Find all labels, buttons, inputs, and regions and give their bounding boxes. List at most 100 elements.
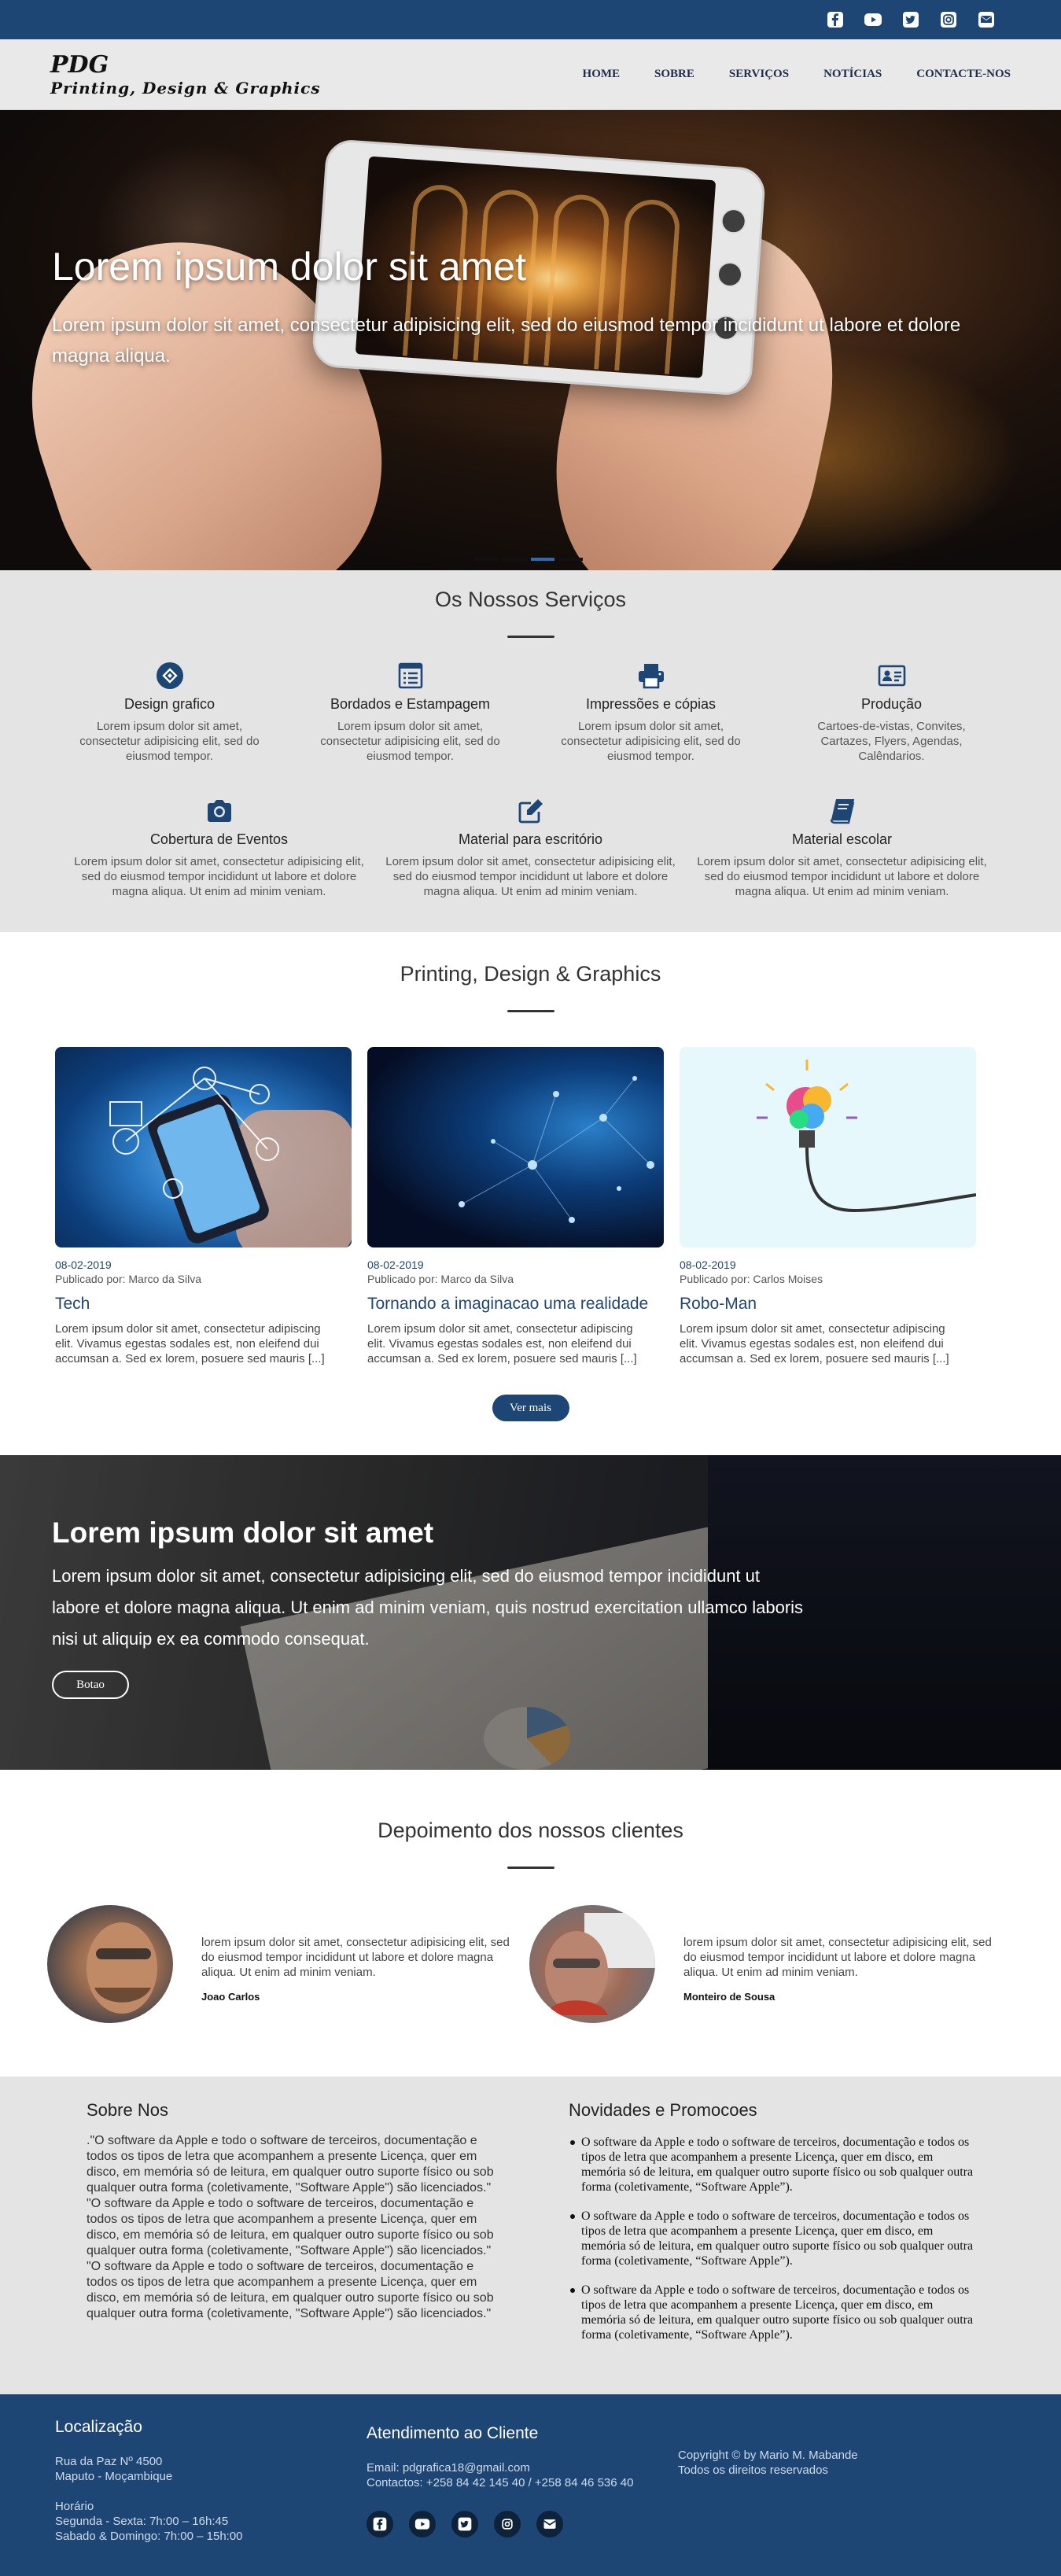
blog-card[interactable]: 08-02-2019 Publicado por: Carlos Moises … xyxy=(680,1047,976,1366)
twitter-icon[interactable] xyxy=(451,2511,478,2537)
testimonials-row: lorem ipsum dolor sit amet, consectetur … xyxy=(0,1905,1061,2023)
footer-location-title: Localização xyxy=(55,2418,142,2436)
service-item: Cobertura de Eventos Lorem ipsum dolor s… xyxy=(64,795,375,899)
title-divider xyxy=(507,636,554,638)
service-text: Lorem ipsum dolor sit amet, consectetur … xyxy=(385,855,676,898)
about-text: ."O software da Apple e todo o software … xyxy=(87,2133,496,2322)
nav-item-noticias[interactable]: NOTÍCIAS xyxy=(823,68,882,81)
email-icon[interactable] xyxy=(536,2511,563,2537)
footer-copyright: Copyright © by Mario M. Mabande Todos os… xyxy=(678,2418,989,2576)
card-text: Lorem ipsum dolor sit amet, consectetur … xyxy=(680,1322,949,1365)
card-author: Publicado por: Marco da Silva xyxy=(367,1273,514,1285)
main-navbar: PDG Printing, Design & Graphics HOME SOB… xyxy=(0,39,1061,110)
about-paragraph: "O software da Apple e todo o software d… xyxy=(87,2260,494,2320)
footer-social-icons xyxy=(367,2511,678,2537)
card-title[interactable]: Robo-Man xyxy=(680,1295,976,1314)
hero-title: Lorem ipsum dolor sit amet xyxy=(52,245,527,289)
list-icon xyxy=(290,660,531,691)
brand-title: PDG xyxy=(50,50,109,79)
news-column: Novidades e Promocoes O software da Appl… xyxy=(569,2100,1051,2394)
printer-icon xyxy=(531,660,772,691)
brand-subtitle: Printing, Design & Graphics xyxy=(50,78,321,98)
instagram-icon[interactable] xyxy=(494,2511,521,2537)
hero-description: Lorem ipsum dolor sit amet, consectetur … xyxy=(52,315,961,367)
news-item: O software da Apple e todo o software de… xyxy=(569,2135,978,2195)
testimonial-name: Monteiro de Sousa xyxy=(683,1991,775,2003)
nav-item-contacte-nos[interactable]: CONTACTE-NOS xyxy=(916,68,1011,81)
carousel-indicator[interactable] xyxy=(559,558,583,561)
service-item: Bordados e Estampagem Lorem ipsum dolor … xyxy=(290,660,531,764)
services-row: Design grafico Lorem ipsum dolor sit ame… xyxy=(0,660,1061,764)
footer-service-title: Atendimento ao Cliente xyxy=(367,2424,539,2442)
footer-service: Atendimento ao Cliente Email: pdgrafica1… xyxy=(367,2418,678,2576)
banner-caption: Lorem ipsum dolor sit amet Lorem ipsum d… xyxy=(52,1516,807,1699)
banner-description: Lorem ipsum dolor sit amet, consectetur … xyxy=(52,1566,804,1649)
service-title: Material escolar xyxy=(791,831,893,847)
service-text: Lorem ipsum dolor sit amet, consectetur … xyxy=(320,720,500,763)
design-icon xyxy=(50,660,290,691)
nav-item-home[interactable]: HOME xyxy=(583,68,621,81)
footer-email[interactable]: Email: pdgrafica18@gmail.com xyxy=(367,2460,678,2475)
card-text: Lorem ipsum dolor sit amet, consectetur … xyxy=(55,1322,325,1365)
top-social-bar xyxy=(0,0,1061,39)
service-title: Design grafico xyxy=(123,696,216,712)
hero-caption: Lorem ipsum dolor sit amet Lorem ipsum d… xyxy=(52,244,980,371)
hours-weekend: Sabado & Domingo: 7h:00 – 15h:00 xyxy=(55,2530,243,2543)
title-divider xyxy=(507,1010,554,1012)
testimonial-name: Joao Carlos xyxy=(201,1991,260,2003)
nav-item-servicos[interactable]: SERVIÇOS xyxy=(729,68,789,81)
title-divider xyxy=(507,1867,554,1869)
service-text: Cartoes-de-vistas, Convites, Cartazes, F… xyxy=(817,720,966,763)
nav-item-sobre[interactable]: SOBRE xyxy=(654,68,694,81)
instagram-icon[interactable] xyxy=(937,8,960,31)
copyright-line: Copyright © by Mario M. Mabande xyxy=(678,2449,858,2462)
edit-icon xyxy=(375,795,687,827)
facebook-icon[interactable] xyxy=(823,8,847,31)
hours-weekdays: Segunda - Sexta: 7h:00 – 16h:45 xyxy=(55,2515,229,2528)
card-date: 08-02-2019 xyxy=(367,1259,424,1271)
facebook-icon[interactable] xyxy=(367,2511,393,2537)
testimonial-item: lorem ipsum dolor sit amet, consectetur … xyxy=(529,1905,1011,2023)
about-paragraph: "O software da Apple e todo o software d… xyxy=(87,2197,494,2257)
youtube-icon[interactable] xyxy=(861,8,885,31)
more-button[interactable]: Ver mais xyxy=(492,1395,569,1421)
youtube-icon[interactable] xyxy=(409,2511,436,2537)
card-image-lightbulb[interactable] xyxy=(680,1047,976,1247)
carousel-indicator-active[interactable] xyxy=(531,558,554,561)
card-author: Publicado por: Marco da Silva xyxy=(55,1273,201,1285)
about-column: Sobre Nos ."O software da Apple e todo o… xyxy=(87,2100,569,2394)
carousel-indicator[interactable] xyxy=(474,558,498,561)
testimonials-title: Depoimento dos nossos clientes xyxy=(378,1819,683,1842)
service-item: Material escolar Lorem ipsum dolor sit a… xyxy=(687,795,998,899)
service-title: Bordados e Estampagem xyxy=(330,696,491,712)
card-title[interactable]: Tornando a imaginacao uma realidade xyxy=(367,1295,664,1314)
card-image-network[interactable] xyxy=(367,1047,664,1247)
carousel-indicator[interactable] xyxy=(503,558,526,561)
twitter-icon[interactable] xyxy=(899,8,923,31)
brand-logo[interactable]: PDG Printing, Design & Graphics xyxy=(50,50,321,98)
footer-contacts: Email: pdgrafica18@gmail.com Contactos: … xyxy=(367,2460,678,2490)
hero-carousel: Lorem ipsum dolor sit amet Lorem ipsum d… xyxy=(0,110,1061,570)
email-icon[interactable] xyxy=(974,8,998,31)
nav-menu: HOME SOBRE SERVIÇOS NOTÍCIAS CONTACTE-NO… xyxy=(583,68,1011,81)
services-section: Os Nossos Serviços Design grafico Lorem … xyxy=(0,570,1061,932)
card-image-tech[interactable] xyxy=(55,1047,352,1247)
blog-card[interactable]: 08-02-2019 Publicado por: Marco da Silva… xyxy=(55,1047,352,1366)
book-icon xyxy=(687,795,998,827)
service-item: Material para escritório Lorem ipsum dol… xyxy=(375,795,687,899)
service-item: Produção Cartoes-de-vistas, Convites, Ca… xyxy=(772,660,1012,764)
card-title[interactable]: Tech xyxy=(55,1295,352,1314)
testimonial-text: lorem ipsum dolor sit amet, consectetur … xyxy=(201,1936,510,1979)
site-footer: Localização Rua da Paz Nº 4500 Maputo - … xyxy=(0,2394,1061,2576)
news-title: Novidades e Promocoes xyxy=(569,2100,757,2120)
blog-card[interactable]: 08-02-2019 Publicado por: Marco da Silva… xyxy=(367,1047,664,1366)
avatar xyxy=(47,1905,173,2023)
news-list: O software da Apple e todo o software de… xyxy=(569,2135,978,2342)
testimonials-section: Depoimento dos nossos clientes lorem ips… xyxy=(0,1770,1061,2077)
camera-icon xyxy=(64,795,375,827)
banner-button[interactable]: Botao xyxy=(52,1671,129,1699)
service-title: Cobertura de Eventos xyxy=(149,831,289,847)
news-item: O software da Apple e todo o software de… xyxy=(569,2209,978,2268)
address-line: Rua da Paz Nº 4500 xyxy=(55,2455,163,2468)
service-text: Lorem ipsum dolor sit amet, consectetur … xyxy=(74,855,364,898)
